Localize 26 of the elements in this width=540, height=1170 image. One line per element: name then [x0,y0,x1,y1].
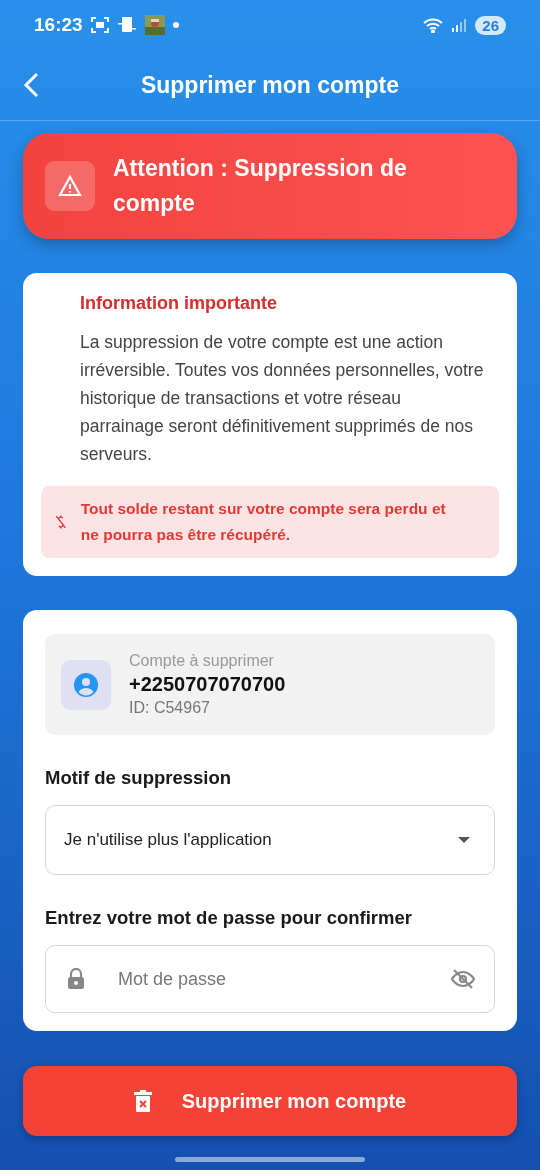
page-title: Supprimer mon compte [140,71,400,99]
eye-off-icon[interactable] [451,969,475,989]
trash-icon [133,1090,152,1112]
password-label: Entrez votre mot de passe pour confirmer [45,907,413,929]
warning-title: Attention : Suppression de compte [113,154,408,218]
dropdown-icon [458,837,470,843]
account-phone: +2250707070700 [129,673,286,696]
status-time: 16:23 [34,14,83,36]
notification-dot-icon [172,22,179,28]
battery-level: 26 [475,15,506,35]
wifi-icon [423,17,444,33]
lock-icon [67,968,85,990]
account-label: Compte à supprimer [129,652,275,670]
reason-label: Motif de suppression [45,767,233,789]
password-field[interactable]: Mot de passe [45,945,495,1013]
signal-icon [451,17,468,33]
avatar-icon [61,659,111,710]
reason-dropdown[interactable]: Je n'utilise plus l'application [45,805,495,875]
warning-icon [45,161,95,211]
info-text: La suppression de votre compte est une action irréversible. Toutes vos données personnelles, votre historique de transactions et votre réseau parrainage seront définitivement supprimés de nos serveurs. [80,331,485,466]
delete-account-button[interactable]: Supprimer mon compte [23,1066,517,1136]
account-id: ID: C54967 [129,699,211,717]
device-icon [116,16,137,34]
alert-text: Tout solde restant sur votre compte sera perdu et ne pourra pas être récupéré. [80,499,447,545]
screenshot-icon [90,17,109,33]
info-title: Information importante [80,293,278,314]
